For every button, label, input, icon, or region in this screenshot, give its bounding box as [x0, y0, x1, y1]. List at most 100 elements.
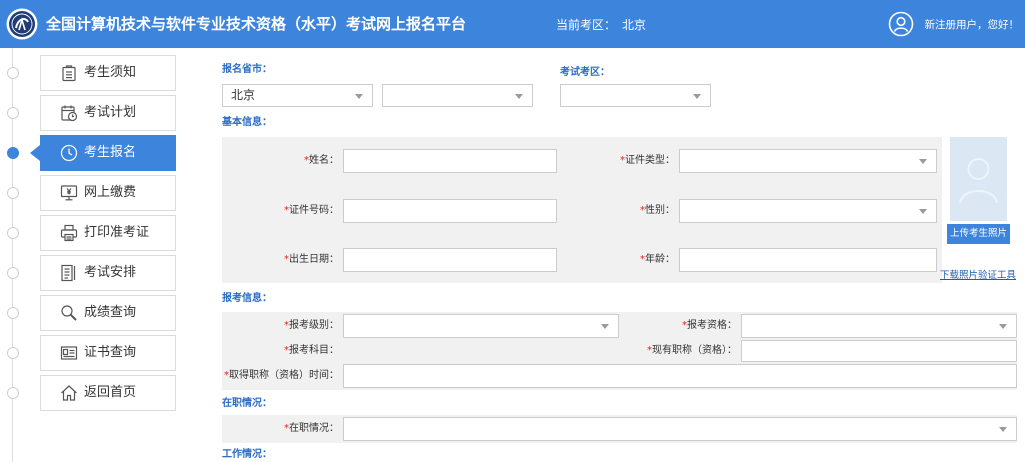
sidebar-item-home[interactable]: 返回首页 — [40, 375, 176, 411]
gender-label: *性别： — [560, 199, 675, 223]
clock-icon — [60, 144, 78, 162]
photo-placeholder — [950, 137, 1007, 221]
sidebar-item-label: 证书查询 — [84, 345, 137, 360]
sidebar-item-score-query[interactable]: 成绩查询 — [40, 295, 176, 331]
sidebar-item-label: 考生须知 — [84, 65, 137, 80]
certificate-icon — [60, 344, 78, 362]
monitor-yen-icon — [60, 184, 78, 202]
current-region: 当前考区： 北京 — [556, 17, 646, 33]
qualification-label-text: 报考资格： — [687, 320, 737, 331]
exam-area-select[interactable] — [560, 84, 711, 107]
gender-select[interactable] — [679, 199, 937, 223]
subject-label: *报考科目： — [222, 340, 339, 362]
person-silhouette-icon — [959, 158, 998, 204]
page-title: 全国计算机技术与软件专业技术资格（水平）考试网上报名平台 — [46, 15, 467, 33]
level-label-text: 报考级别： — [289, 320, 339, 331]
calendar-clock-icon — [60, 104, 78, 122]
sidebar-item-registration[interactable]: 考生报名 — [30, 135, 176, 171]
chevron-down-icon — [999, 427, 1007, 432]
sidebar-item-notice[interactable]: 考生须知 — [40, 55, 176, 91]
chevron-down-icon — [919, 209, 927, 214]
employment-section-label: 在职情况： — [222, 398, 272, 409]
employment-status-label: *在职情况： — [222, 417, 339, 441]
timeline-dot — [7, 387, 19, 399]
subject-label-text: 报考科目： — [289, 345, 339, 356]
sidebar-item-label: 网上缴费 — [84, 185, 137, 200]
province-section-label: 报名省市： — [222, 64, 272, 75]
header-bar: 全国计算机技术与软件专业技术资格（水平）考试网上报名平台 当前考区： 北京 新注册… — [0, 0, 1025, 48]
qualification-select[interactable] — [741, 314, 1017, 338]
timeline-dot — [7, 307, 19, 319]
current-title-label-text: 现有职称（资格）： — [652, 345, 737, 356]
title-time-input[interactable] — [343, 364, 1017, 388]
gender-label-text: 性别： — [645, 205, 675, 216]
timeline-dot — [7, 227, 19, 239]
current-region-label: 当前考区： — [556, 18, 617, 32]
title-time-label-text: 取得职称（资格）时间： — [229, 370, 339, 381]
current-title-label: *现有职称（资格）： — [600, 340, 737, 362]
level-select[interactable] — [343, 314, 619, 338]
city-select[interactable] — [382, 84, 533, 107]
user-greeting[interactable]: 新注册用户，您好！ — [925, 17, 1020, 33]
age-input[interactable] — [679, 248, 937, 272]
chevron-down-icon — [919, 159, 927, 164]
age-label-text: 年龄： — [645, 254, 675, 265]
qualification-label: *报考资格： — [600, 314, 737, 338]
sidebar-item-certificate-query[interactable]: 证书查询 — [40, 335, 176, 371]
chevron-down-icon — [693, 93, 701, 99]
name-label-text: 姓名： — [309, 155, 339, 166]
sidebar-item-exam-schedule[interactable]: 考试安排 — [40, 255, 176, 291]
chevron-down-icon — [999, 324, 1007, 329]
sidebar-item-label: 打印准考证 — [84, 225, 150, 240]
notice-icon — [60, 64, 78, 82]
name-input[interactable] — [343, 149, 557, 173]
printer-icon — [60, 224, 78, 242]
timeline-dot — [7, 187, 19, 199]
document-list-icon — [60, 264, 78, 282]
work-section-label: 工作情况： — [222, 449, 272, 460]
title-time-label: *取得职称（资格）时间： — [222, 364, 339, 388]
exam-area-label: 考试考区： — [560, 67, 610, 78]
sidebar-item-print-admission[interactable]: 打印准考证 — [40, 215, 176, 251]
timeline-dot — [7, 347, 19, 359]
upload-photo-button[interactable]: 上传考生照片 — [947, 224, 1010, 244]
employment-status-label-text: 在职情况： — [289, 423, 339, 434]
sidebar-item-label: 返回首页 — [84, 385, 137, 400]
current-title-input[interactable] — [741, 340, 1017, 362]
sidebar-item-label: 考试安排 — [84, 265, 137, 280]
id-number-input[interactable] — [343, 199, 557, 223]
id-type-label-text: 证件类型： — [625, 155, 675, 166]
timeline-dot — [7, 147, 19, 159]
birth-date-input[interactable] — [343, 248, 557, 272]
timeline-dot — [7, 267, 19, 279]
chevron-down-icon — [355, 93, 363, 99]
home-icon — [60, 384, 78, 402]
name-label: *姓名： — [222, 149, 339, 173]
timeline-dot — [7, 107, 19, 119]
birth-date-label: *出生日期： — [222, 248, 339, 272]
sidebar-item-exam-plan[interactable]: 考试计划 — [40, 95, 176, 131]
search-icon — [60, 304, 78, 322]
id-type-label: *证件类型： — [560, 149, 675, 173]
sidebar-item-label: 成绩查询 — [84, 305, 137, 320]
sidebar-item-payment[interactable]: 网上缴费 — [40, 175, 176, 211]
id-number-label-text: 证件号码： — [289, 205, 339, 216]
page: 全国计算机技术与软件专业技术资格（水平）考试网上报名平台 当前考区： 北京 新注册… — [0, 0, 1025, 462]
user-icon[interactable] — [888, 11, 914, 37]
sidebar-item-label: 考试计划 — [84, 105, 137, 120]
employment-status-select[interactable] — [343, 417, 1017, 441]
id-type-select[interactable] — [679, 149, 937, 173]
province-select-value: 北京 — [231, 88, 256, 102]
level-label: *报考级别： — [222, 314, 339, 338]
birth-date-label-text: 出生日期： — [289, 254, 339, 265]
exam-logo-icon[interactable] — [6, 8, 38, 40]
chevron-down-icon — [515, 93, 523, 99]
download-photo-tool-link[interactable]: 下载照片验证工具 — [940, 270, 1016, 282]
age-label: *年龄： — [560, 248, 675, 272]
sidebar-item-label: 考生报名 — [84, 145, 137, 160]
id-number-label: *证件号码： — [222, 199, 339, 223]
province-select[interactable]: 北京 — [222, 84, 373, 107]
application-section-label: 报考信息： — [222, 293, 272, 304]
current-region-value: 北京 — [622, 18, 647, 32]
basic-info-section-label: 基本信息： — [222, 117, 272, 128]
